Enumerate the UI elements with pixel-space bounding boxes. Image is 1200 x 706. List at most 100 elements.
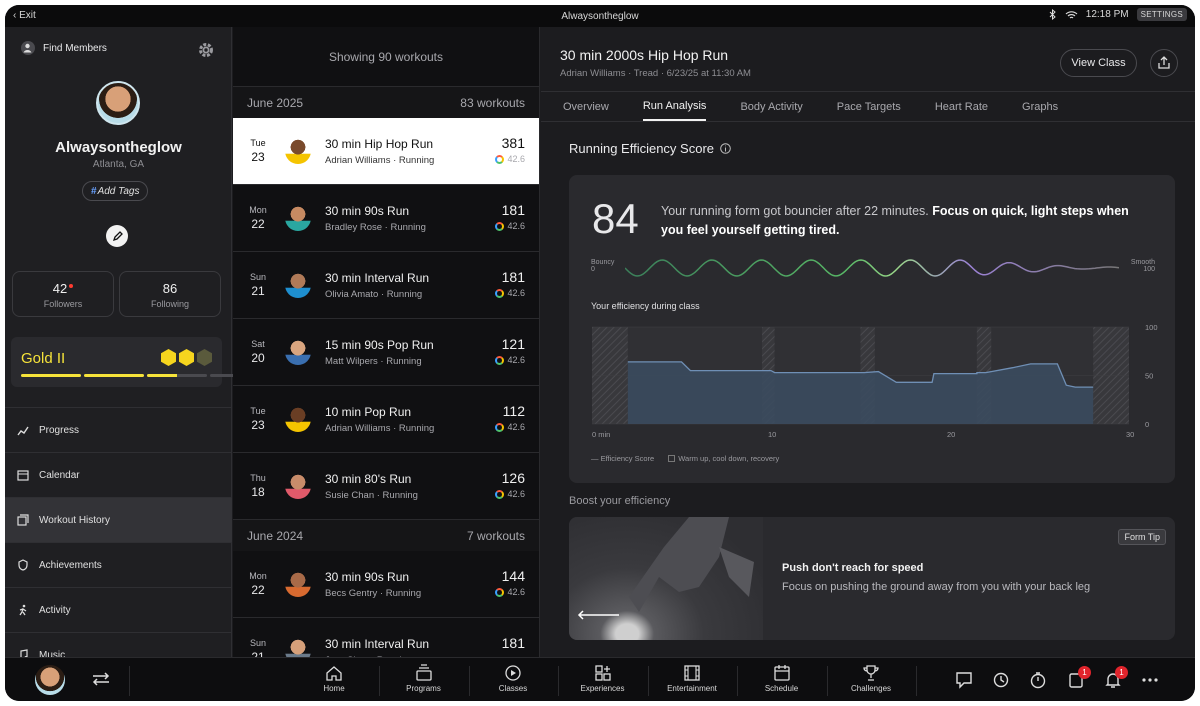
- legend-zone-swatch: [668, 455, 676, 462]
- pencil-icon: [112, 230, 123, 241]
- nav-experiences[interactable]: Experiences: [559, 664, 647, 693]
- nav-label: Challenges: [850, 684, 892, 693]
- workout-groups: June 2025 83 workouts Tue 23 30 min Hip Hop …: [233, 87, 539, 657]
- instructor-avatar: [285, 571, 311, 597]
- x-tick-label: 30: [1126, 430, 1134, 439]
- profile-avatar[interactable]: [96, 81, 140, 125]
- workout-score: 42.6: [495, 489, 525, 499]
- sidebar-item-workout-history[interactable]: Workout History: [5, 497, 232, 542]
- workout-list: Showing 90 workouts June 2025 83 workouts…: [233, 27, 540, 657]
- add-tags-button[interactable]: # Add Tags: [82, 181, 149, 201]
- workout-row[interactable]: Sat 20 15 min 90s Pop Run Matt Wilpers · Ru…: [233, 319, 539, 386]
- month-label: June 2024: [247, 528, 304, 543]
- workout-row[interactable]: Tue 23 30 min Hip Hop Run Adrian Williams ·…: [233, 118, 539, 185]
- workout-output-value: 181: [501, 635, 525, 651]
- notifications-badge: 1: [1115, 666, 1128, 679]
- swap-icon[interactable]: [91, 670, 111, 688]
- workout-date: Mon 22: [233, 205, 283, 231]
- nav-home[interactable]: Home: [290, 664, 378, 693]
- workout-dow: Thu: [250, 473, 266, 483]
- instructor-avatar: [285, 638, 311, 657]
- workout-day: 20: [251, 351, 265, 365]
- sidebar-item-calendar[interactable]: Calendar: [5, 452, 232, 497]
- workout-subtitle: Olivia Amato · Running: [325, 288, 423, 300]
- find-members-label: Find Members: [43, 42, 107, 54]
- classes-icon: [505, 665, 521, 681]
- efficiency-summary: Your running form got bouncier after 22 …: [661, 202, 1151, 240]
- workout-title: 15 min 90s Pop Run: [325, 337, 434, 352]
- tab-body-activity[interactable]: Body Activity: [740, 92, 802, 121]
- efficiency-card: 84 Your running form got bouncier after …: [569, 175, 1175, 483]
- class-title: 30 min 2000s Hip Hop Run: [560, 47, 729, 63]
- tab-graphs[interactable]: Graphs: [1022, 92, 1058, 121]
- workout-score: 42.6: [495, 288, 525, 298]
- workout-row[interactable]: Thu 18 30 min 80's Run Susie Chan · Running…: [233, 453, 539, 520]
- sidebar-item-progress[interactable]: Progress: [5, 407, 232, 452]
- nav-schedule[interactable]: Schedule: [738, 664, 826, 693]
- more-icon[interactable]: [1141, 671, 1159, 689]
- nav-divider: [916, 666, 917, 696]
- workout-row[interactable]: Sun 21 30 min Interval Run Olivia Amato · R…: [233, 252, 539, 319]
- tier-badge-icon: [197, 349, 212, 366]
- section-title-text: Running Efficiency Score: [569, 141, 715, 156]
- followers-stat[interactable]: 42 Followers: [12, 271, 114, 317]
- tab-pace-targets[interactable]: Pace Targets: [837, 92, 901, 121]
- nav-classes[interactable]: Classes: [469, 664, 557, 693]
- feedback-icon[interactable]: [955, 671, 973, 689]
- score-ring-icon: [495, 489, 505, 499]
- workout-score: 42.6: [495, 154, 525, 164]
- entertainment-icon: [684, 665, 700, 681]
- workout-row[interactable]: Mon 22 30 min 90s Run Bradley Rose · Runnin…: [233, 185, 539, 252]
- timer-icon[interactable]: [1029, 671, 1047, 689]
- tab-run-analysis[interactable]: Run Analysis: [642, 92, 707, 121]
- x-tick-label: 10: [768, 430, 776, 439]
- workout-row[interactable]: Tue 23 10 min Pop Run Adrian Williams · Run…: [233, 386, 539, 453]
- nav-entertainment[interactable]: Entertainment: [648, 664, 736, 693]
- workout-score-value: 42.6: [507, 587, 525, 597]
- info-icon[interactable]: [720, 143, 731, 154]
- share-button[interactable]: [1150, 49, 1178, 77]
- settings-button[interactable]: SETTINGS: [1136, 8, 1187, 21]
- tier-card[interactable]: Gold II: [11, 337, 270, 387]
- tab-overview[interactable]: Overview: [563, 92, 609, 121]
- y-tick-label: 100: [1145, 323, 1158, 332]
- tier-progress-segment: [84, 374, 144, 377]
- workout-row[interactable]: Mon 22 30 min 90s Run Becs Gentry · Running…: [233, 551, 539, 618]
- form-tip-card[interactable]: Form Tip Push don't reach for speed Focu…: [569, 517, 1175, 640]
- score-ring-icon: [495, 154, 505, 164]
- score-ring-icon: [495, 355, 505, 365]
- workout-score: 42.6: [495, 355, 525, 365]
- workout-row[interactable]: Sun 21 30 min Interval RunJess Sims · Runn…: [233, 618, 539, 657]
- view-class-button[interactable]: View Class: [1060, 49, 1137, 77]
- month-count: 7 workouts: [466, 528, 525, 543]
- workout-dow: Tue: [250, 138, 266, 148]
- sidebar-item-achievements[interactable]: Achievements: [5, 542, 232, 587]
- find-members-button[interactable]: Find Members: [21, 41, 107, 55]
- workout-dow: Mon: [249, 571, 267, 581]
- nav-challenges[interactable]: Challenges: [827, 664, 915, 693]
- sync-icon[interactable]: [992, 671, 1010, 689]
- nav-programs[interactable]: Programs: [380, 664, 468, 693]
- workout-date: Sun 21: [233, 638, 283, 657]
- edit-profile-button[interactable]: [106, 225, 128, 247]
- y-tick-label: 0: [1145, 420, 1149, 429]
- chart-legend: — Efficiency Score Warm up, cool down, r…: [591, 454, 779, 463]
- workout-output: 181 42.6: [495, 202, 525, 231]
- sidebar-item-activity[interactable]: Activity: [5, 587, 232, 632]
- trophy-icon: [863, 665, 879, 681]
- workout-dow: Sat: [251, 339, 265, 349]
- notifications-button[interactable]: 1: [1104, 666, 1128, 689]
- workout-dow: Sun: [249, 638, 266, 648]
- user-avatar[interactable]: [35, 665, 65, 695]
- nav-divider: [129, 666, 130, 696]
- tab-heart-rate[interactable]: Heart Rate: [935, 92, 988, 121]
- tasks-badge: 1: [1078, 666, 1091, 679]
- gear-icon[interactable]: [197, 41, 215, 59]
- workout-subtitle: Adrian Williams · Running: [325, 154, 435, 166]
- following-stat[interactable]: 86 Following: [119, 271, 221, 317]
- nav-label: Experiences: [580, 684, 625, 693]
- workout-info: 30 min 90s Run Bradley Rose · Running: [325, 204, 426, 233]
- tier-badges: [161, 349, 212, 366]
- workout-day: 22: [251, 217, 265, 231]
- tasks-button[interactable]: 1: [1067, 666, 1091, 689]
